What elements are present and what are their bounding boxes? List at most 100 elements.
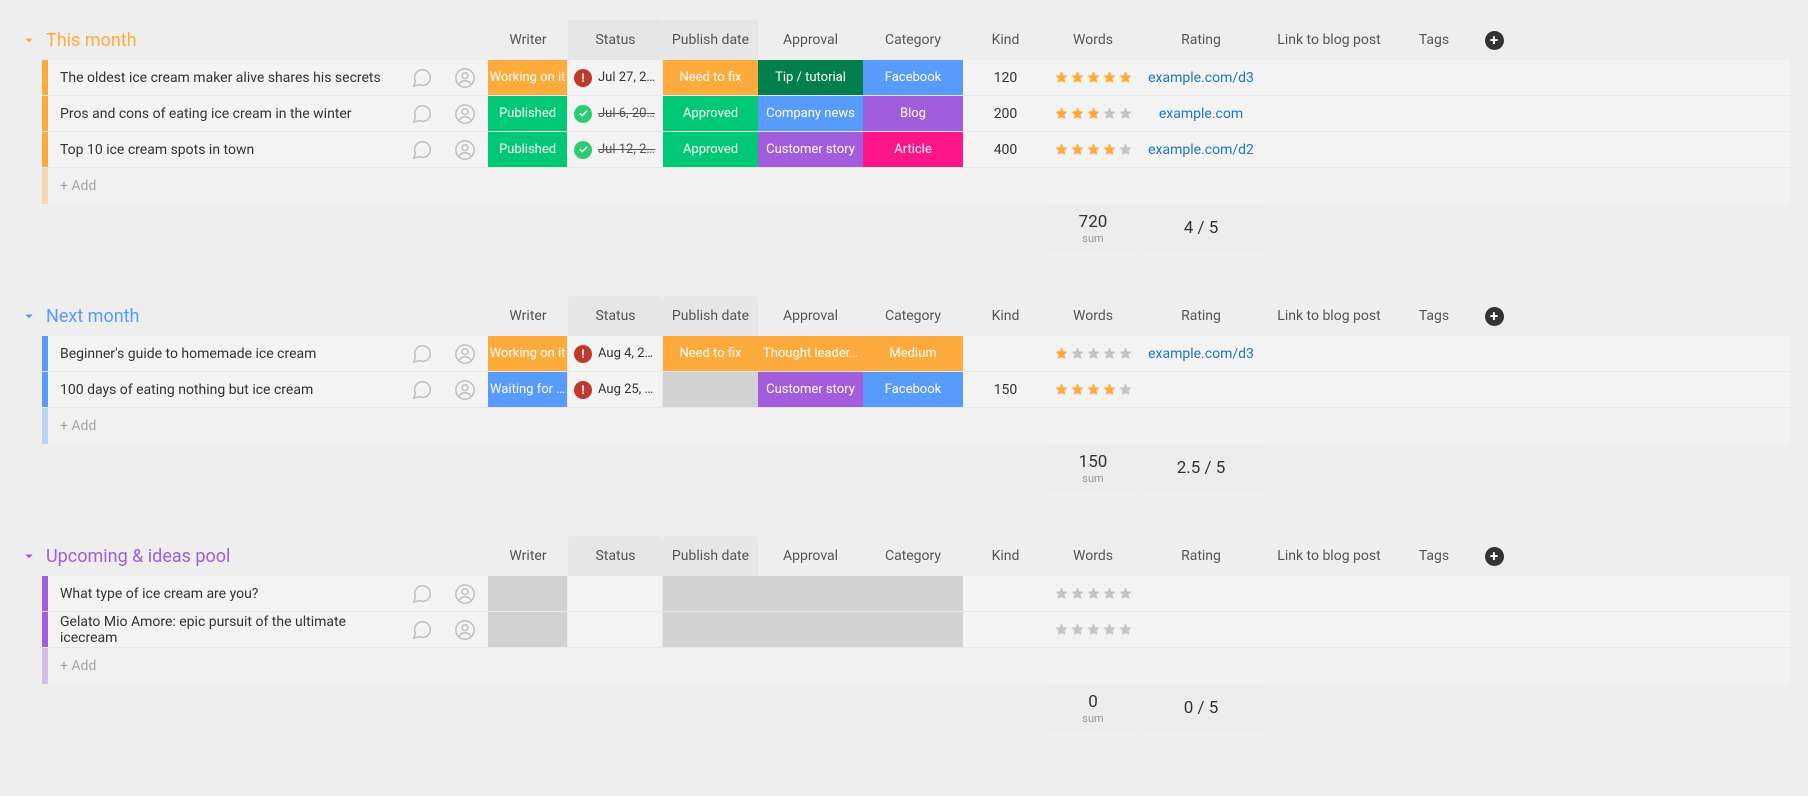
col-status[interactable]: Status [568,536,663,576]
status-cell[interactable] [488,576,568,611]
link-cell[interactable] [1138,612,1264,647]
add-row[interactable]: + Add [42,648,1790,684]
date-cell[interactable]: !Aug 4, 2… [568,336,663,371]
item-title[interactable]: What type of ice cream are you? [48,576,402,611]
link-cell[interactable]: example.com/d2 [1138,132,1264,167]
add-column-button[interactable]: + [1474,307,1514,326]
col-rating[interactable]: Rating [1138,548,1264,564]
col-writer[interactable]: Writer [488,32,568,48]
col-tags[interactable]: Tags [1394,308,1474,324]
col-publish-date[interactable]: Publish date [663,536,758,576]
link-cell[interactable] [1138,372,1264,407]
link-cell[interactable] [1138,576,1264,611]
chat-icon[interactable] [402,336,442,371]
col-rating[interactable]: Rating [1138,32,1264,48]
chat-icon[interactable] [402,612,442,647]
chat-icon[interactable] [402,60,442,95]
group-title[interactable]: Upcoming & ideas pool [46,546,230,567]
col-kind[interactable]: Kind [963,32,1048,48]
date-cell[interactable]: !Aug 25, … [568,372,663,407]
rating-cell[interactable] [1048,336,1138,371]
words-cell[interactable] [963,612,1048,647]
link-cell[interactable]: example.com [1138,96,1264,131]
col-writer[interactable]: Writer [488,548,568,564]
col-status[interactable]: Status [568,20,663,60]
category-cell[interactable]: Tip / tutorial [758,60,863,95]
category-cell[interactable]: Customer story [758,132,863,167]
col-kind[interactable]: Kind [963,308,1048,324]
col-rating[interactable]: Rating [1138,308,1264,324]
kind-cell[interactable]: Facebook [863,60,963,95]
chat-icon[interactable] [402,132,442,167]
col-category[interactable]: Category [863,548,963,564]
approval-cell[interactable]: Approved [663,96,758,131]
category-cell[interactable] [758,612,863,647]
category-cell[interactable]: Company news [758,96,863,131]
words-cell[interactable]: 150 [963,372,1048,407]
approval-cell[interactable] [663,612,758,647]
item-title[interactable]: 100 days of eating nothing but ice cream [48,372,402,407]
link-cell[interactable]: example.com/d3 [1138,60,1264,95]
writer-avatar[interactable] [442,96,488,131]
col-words[interactable]: Words [1048,32,1138,48]
add-column-button[interactable]: + [1474,547,1514,566]
words-cell[interactable]: 400 [963,132,1048,167]
item-title[interactable]: The oldest ice cream maker alive shares … [48,60,402,95]
writer-avatar[interactable] [442,612,488,647]
approval-cell[interactable]: Approved [663,132,758,167]
tags-cell[interactable] [1264,372,1394,407]
col-approval[interactable]: Approval [758,548,863,564]
kind-cell[interactable] [863,576,963,611]
writer-avatar[interactable] [442,60,488,95]
item-title[interactable]: Top 10 ice cream spots in town [48,132,402,167]
col-status[interactable]: Status [568,296,663,336]
tags-cell[interactable] [1264,612,1394,647]
writer-avatar[interactable] [442,372,488,407]
chat-icon[interactable] [402,372,442,407]
writer-avatar[interactable] [442,576,488,611]
col-tags[interactable]: Tags [1394,548,1474,564]
kind-cell[interactable]: Article [863,132,963,167]
kind-cell[interactable]: Medium [863,336,963,371]
words-cell[interactable] [963,336,1048,371]
rating-cell[interactable] [1048,576,1138,611]
chat-icon[interactable] [402,96,442,131]
date-cell[interactable]: !Jul 27, 2… [568,60,663,95]
col-words[interactable]: Words [1048,308,1138,324]
col-approval[interactable]: Approval [758,308,863,324]
category-cell[interactable] [758,576,863,611]
group-title[interactable]: Next month [46,306,139,327]
col-approval[interactable]: Approval [758,32,863,48]
col-writer[interactable]: Writer [488,308,568,324]
date-cell[interactable] [568,576,663,611]
date-cell[interactable] [568,612,663,647]
writer-avatar[interactable] [442,132,488,167]
item-title[interactable]: Beginner's guide to homemade ice cream [48,336,402,371]
tags-cell[interactable] [1264,336,1394,371]
col-publish-date[interactable]: Publish date [663,20,758,60]
rating-cell[interactable] [1048,372,1138,407]
col-tags[interactable]: Tags [1394,32,1474,48]
group-title[interactable]: This month [46,30,137,51]
rating-cell[interactable] [1048,612,1138,647]
item-title[interactable]: Gelato Mio Amore: epic pursuit of the ul… [48,612,402,647]
chevron-down-icon[interactable] [20,31,38,49]
chevron-down-icon[interactable] [20,307,38,325]
tags-cell[interactable] [1264,96,1394,131]
col-link[interactable]: Link to blog post [1264,548,1394,564]
approval-cell[interactable]: Need to fix [663,60,758,95]
kind-cell[interactable] [863,612,963,647]
col-category[interactable]: Category [863,32,963,48]
date-cell[interactable]: Jul 12, 2… [568,132,663,167]
status-cell[interactable]: Published [488,96,568,131]
add-column-button[interactable]: + [1474,31,1514,50]
chevron-down-icon[interactable] [20,547,38,565]
category-cell[interactable]: Customer story [758,372,863,407]
tags-cell[interactable] [1264,60,1394,95]
category-cell[interactable]: Thought leader… [758,336,863,371]
col-kind[interactable]: Kind [963,548,1048,564]
chat-icon[interactable] [402,576,442,611]
add-row[interactable]: + Add [42,408,1790,444]
tags-cell[interactable] [1264,576,1394,611]
kind-cell[interactable]: Blog [863,96,963,131]
